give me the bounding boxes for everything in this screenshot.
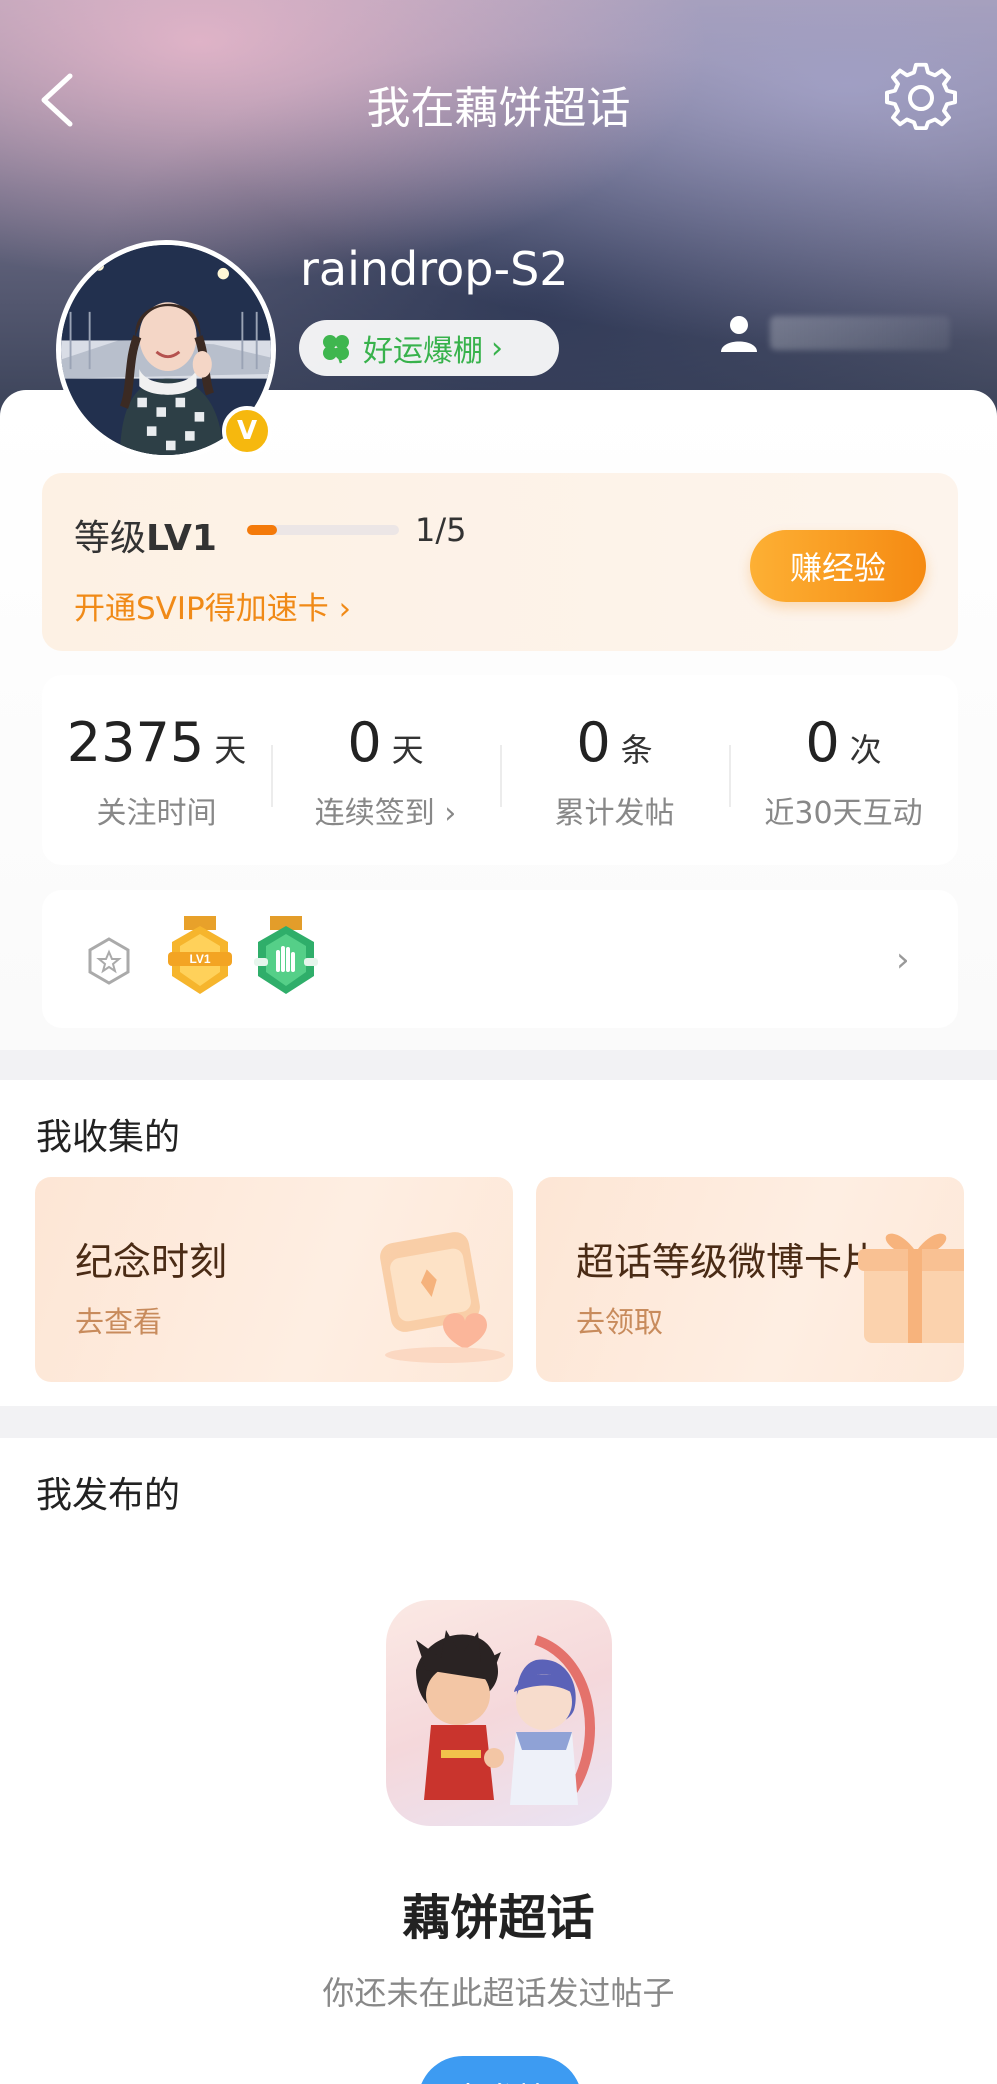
stat-value: 0: [576, 711, 611, 774]
stat-caption: 累计发帖: [554, 796, 675, 831]
person-icon: [721, 316, 757, 352]
stat-unit: 条: [620, 731, 653, 769]
stat-value: 2375: [66, 711, 205, 774]
stat-caption: 关注时间: [96, 796, 217, 831]
posts-section: 我发布的 藕饼超话 你还未在此超话发过帖子 去发帖: [0, 1438, 997, 2084]
stat-interactions: 0次 近30天互动: [729, 675, 958, 865]
level-value: LV1: [146, 518, 217, 559]
stat-unit: 次: [849, 731, 882, 769]
stats-panel: 2375 天 关注时间 0天 连续签到 › 0条 累计发帖 0次 近30天互动: [42, 675, 958, 865]
earn-exp-button[interactable]: 赚经验: [750, 530, 926, 602]
svg-text:LV1: LV1: [189, 952, 210, 966]
luck-tag-label: 好运爆棚: [363, 334, 483, 369]
page-title: 我在藕饼超话: [366, 83, 631, 134]
level-label: 等级LV1: [74, 509, 217, 561]
stat-follow-days: 2375 天 关注时间: [42, 675, 271, 865]
gear-icon: [885, 62, 957, 131]
calendar-heart-icon: [380, 1232, 505, 1363]
settings-button[interactable]: [885, 62, 957, 134]
stat-value: 0: [805, 711, 840, 774]
gift-box-icon: [858, 1233, 964, 1343]
collections-section: 我收集的 纪念时刻 去查看 超话等级微博卡片 去领取: [0, 1080, 997, 1406]
lv1-badge-icon: LV1: [168, 916, 232, 994]
posts-title: 我发布的: [36, 1475, 181, 1516]
chevron-right-icon: ›: [896, 940, 910, 980]
collection-card-level-weibo[interactable]: 超话等级微博卡片 去领取: [536, 1177, 964, 1382]
username: raindrop-S2: [300, 242, 569, 296]
chevron-right-icon: ›: [434, 796, 457, 831]
interaction-badge-icon: [254, 916, 318, 994]
stat-caption: 近30天互动: [764, 796, 923, 831]
svip-link[interactable]: 开通SVIP得加速卡 ›: [74, 583, 351, 628]
topic-avatar-image: [416, 1630, 595, 1805]
clover-icon: [323, 335, 349, 364]
create-post-button[interactable]: 去发帖: [418, 2056, 582, 2084]
empty-hint: 你还未在此超话发过帖子: [322, 1974, 675, 2012]
topic-avatar[interactable]: [386, 1600, 612, 1826]
collection-card-subtitle: 去查看: [75, 1305, 163, 1339]
level-progress-fill: [247, 525, 278, 535]
verified-badge: V: [222, 406, 272, 456]
svip-link-text: 开通SVIP得加速卡: [74, 591, 329, 627]
badge-hexagon-icon: [88, 937, 130, 985]
collection-card-memorial[interactable]: 纪念时刻 去查看: [35, 1177, 513, 1382]
collection-card-subtitle: 去领取: [576, 1305, 664, 1339]
chevron-right-icon: ›: [491, 330, 503, 366]
level-progress-bar: [247, 525, 399, 535]
level-panel: 等级LV1 1/5 开通SVIP得加速卡 › 赚经验: [42, 473, 958, 651]
level-progress-text: 1/5: [415, 511, 467, 549]
stat-caption: 连续签到: [314, 796, 435, 831]
stat-caption-row: 连续签到 ›: [271, 788, 500, 832]
collection-card-title: 纪念时刻: [75, 1240, 228, 1284]
stat-unit: 天: [214, 731, 247, 769]
collection-card-title: 超话等级微博卡片: [576, 1240, 881, 1284]
badges-row[interactable]: LV1 ›: [42, 890, 958, 1028]
stat-checkin-streak[interactable]: 0天 连续签到 ›: [271, 675, 500, 865]
chevron-right-icon: ›: [338, 591, 351, 627]
luck-tag[interactable]: 好运爆棚 ›: [299, 320, 559, 376]
stat-unit: 天: [391, 731, 424, 769]
collections-title: 我收集的: [36, 1117, 181, 1158]
topic-name: 藕饼超话: [402, 1890, 595, 1946]
level-label-prefix: 等级: [74, 518, 147, 559]
blurred-info: [770, 316, 950, 350]
stat-total-posts: 0条 累计发帖: [500, 675, 729, 865]
stat-value: 0: [347, 711, 382, 774]
